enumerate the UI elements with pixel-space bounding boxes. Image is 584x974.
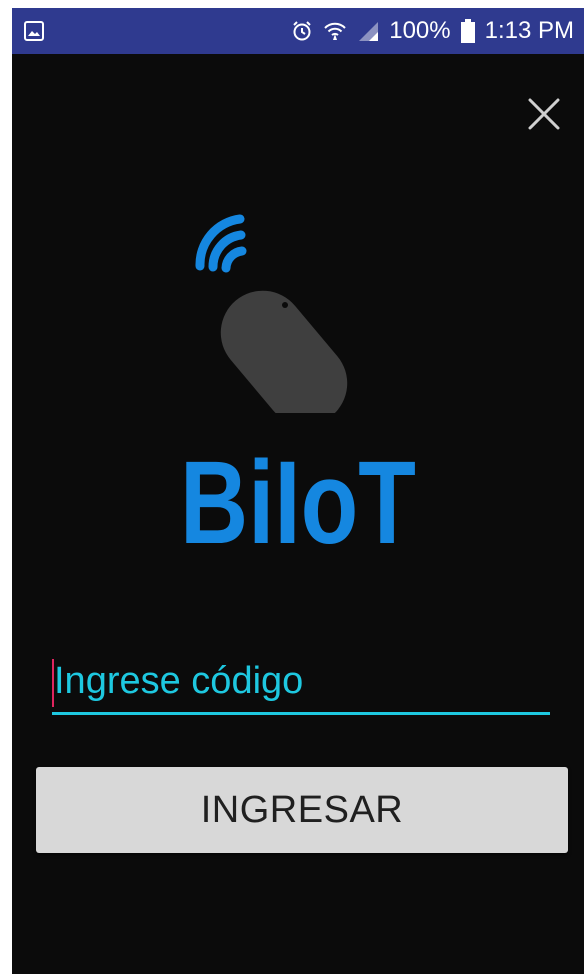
close-icon (524, 98, 564, 138)
app-screen: 100% 1:13 PM BiIoT Ingrese código INGRES… (12, 8, 584, 974)
text-cursor (52, 659, 54, 707)
close-button[interactable] (524, 94, 564, 134)
wifi-icon (323, 20, 347, 42)
gallery-notification-icon (24, 21, 44, 41)
battery-percent: 100% (389, 17, 451, 44)
code-input[interactable] (52, 651, 550, 712)
battery-icon (460, 19, 475, 43)
wireless-tag-logo-icon (182, 203, 392, 426)
cell-signal-icon (357, 20, 379, 42)
status-bar: 100% 1:13 PM (12, 8, 584, 54)
app-title: BiIoT (180, 437, 416, 569)
alarm-icon (291, 20, 313, 42)
code-input-container (52, 651, 550, 715)
status-indicators: 100% 1:13 PM (291, 8, 574, 54)
submit-button[interactable]: INGRESAR (36, 767, 568, 853)
status-time: 1:13 PM (484, 17, 574, 44)
